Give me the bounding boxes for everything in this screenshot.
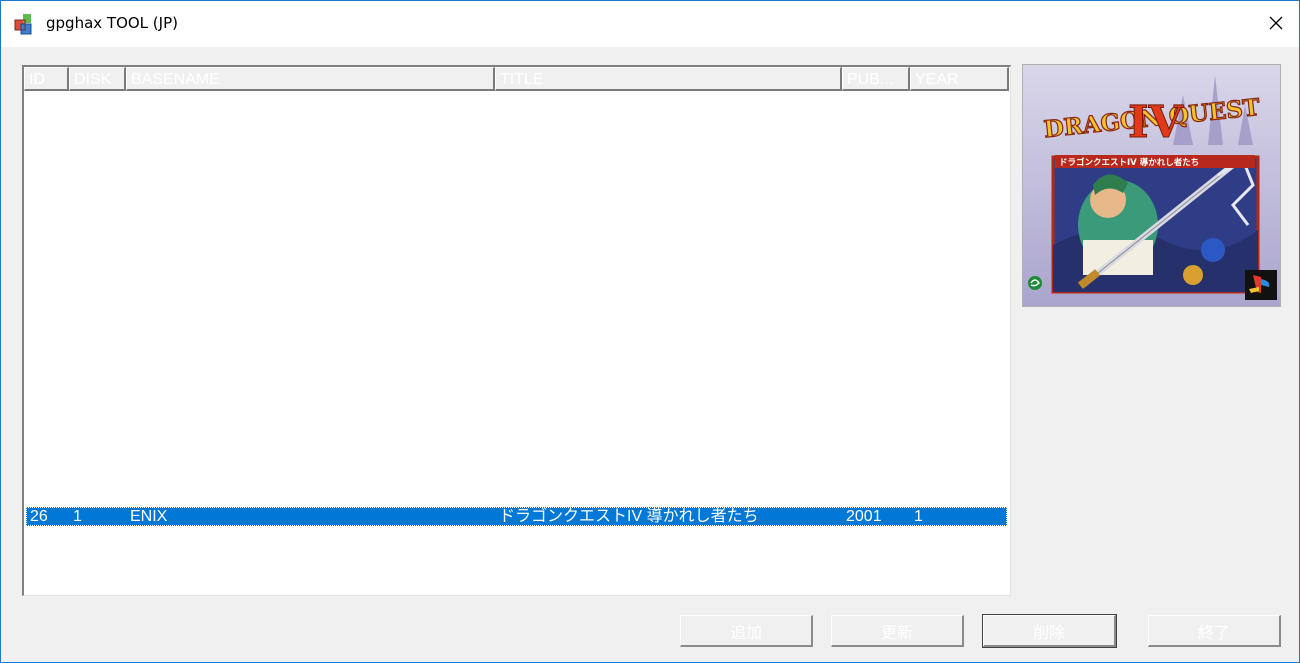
delete-button[interactable]: 削除 (982, 614, 1117, 648)
column-header-title[interactable]: TITLE (495, 67, 842, 91)
cell-basename: ENIX (130, 508, 168, 525)
cover-subtitle: ドラゴンクエストIV 導かれし者たち (1059, 157, 1199, 168)
close-icon (1269, 15, 1283, 34)
title-bar[interactable]: gpghax TOOL (JP) (1, 1, 1299, 47)
table-row[interactable]: 26 1 ENIX ドラゴンクエストIV 導かれし者たち 2001 1 (26, 507, 1007, 526)
column-header-basename[interactable]: BASENAME (126, 67, 495, 91)
window-title: gpghax TOOL (JP) (46, 14, 178, 32)
column-header-pub[interactable]: PUB... (842, 67, 910, 91)
add-button[interactable]: 追加 (680, 615, 813, 647)
enix-logo-icon (1028, 276, 1042, 290)
column-header-id[interactable]: ID (24, 67, 69, 91)
playstation-logo-icon (1245, 270, 1277, 300)
cover-art: DRAGON QUEST IV ドラゴンクエストIV 導かれし者たち (1022, 64, 1281, 307)
quit-button[interactable]: 終了 (1148, 615, 1281, 647)
cell-year: 1 (914, 508, 923, 525)
main-window: gpghax TOOL (JP) ID DISK BASENAME TITLE … (0, 0, 1300, 663)
cell-id: 26 (30, 508, 48, 525)
cell-disk: 1 (73, 508, 82, 525)
update-button[interactable]: 更新 (831, 615, 964, 647)
app-icon (13, 12, 37, 36)
list-header: ID DISK BASENAME TITLE PUB... YEAR (24, 67, 1009, 91)
column-header-disk[interactable]: DISK (69, 67, 126, 91)
cell-pub: 2001 (846, 508, 882, 525)
cell-title: ドラゴンクエストIV 導かれし者たち (499, 508, 759, 525)
close-button[interactable] (1253, 1, 1299, 47)
game-list[interactable]: ID DISK BASENAME TITLE PUB... YEAR 26 1 … (22, 65, 1011, 596)
column-header-year[interactable]: YEAR (910, 67, 1009, 91)
cover-numeral: IV (1128, 97, 1184, 148)
